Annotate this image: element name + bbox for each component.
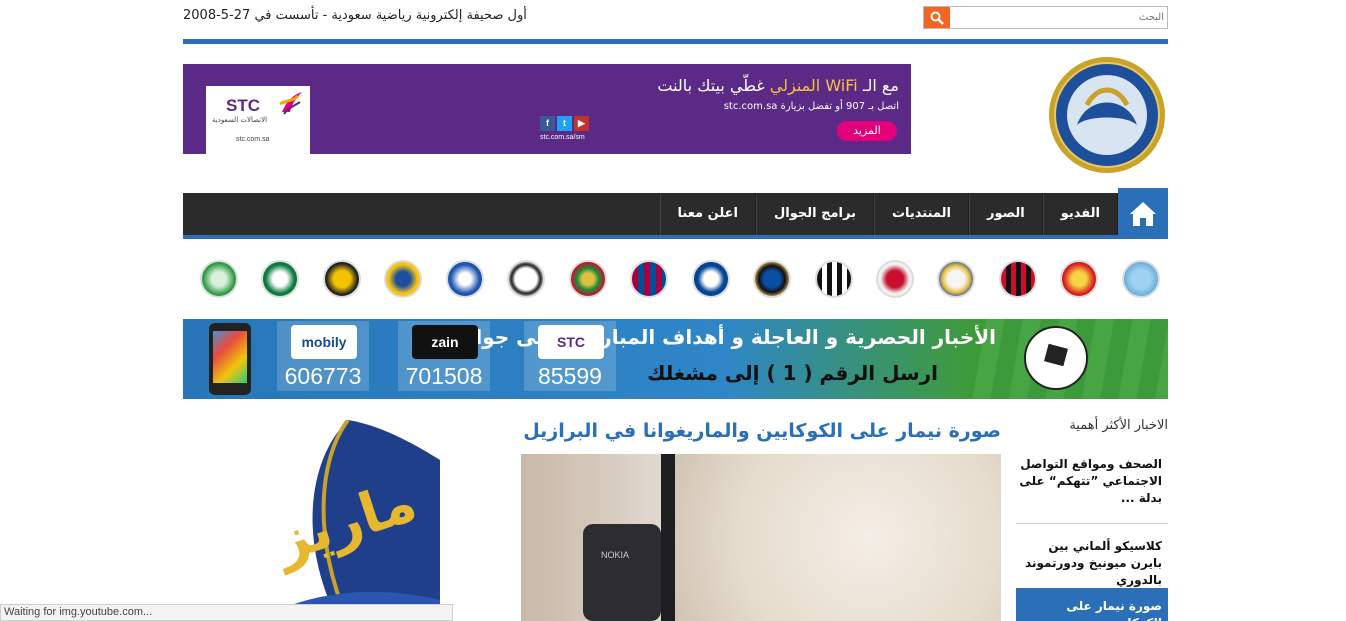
inter-milan-logo-icon[interactable] xyxy=(753,260,792,298)
real-madrid-logo-icon[interactable] xyxy=(937,260,976,298)
al-ahli-logo-icon[interactable] xyxy=(261,260,300,298)
home-icon xyxy=(1130,201,1156,226)
phone-brand-label: NOKIA xyxy=(601,550,630,560)
operator-zain-number: 701508 xyxy=(405,363,483,389)
sidebar-news-item[interactable]: الصحف ومواقع التواصل الاجتماعي ”تتهكم“ ع… xyxy=(1016,456,1168,524)
stc-swoosh-icon xyxy=(279,92,302,115)
home-button[interactable] xyxy=(1118,188,1168,239)
ad-headline-suffix: غطّي بيتك بالنت xyxy=(657,76,770,95)
nav-item-videos[interactable]: الفديو xyxy=(1042,193,1118,235)
mobile-phone-icon xyxy=(209,323,251,395)
ad-subline: اتصل بـ 907 أو تفضل بزيارة stc.com.sa xyxy=(723,101,899,112)
twitter-icon[interactable]: t xyxy=(557,116,572,131)
stc-header-ad[interactable]: STC الاتصالات السعودية stc.com.sa مع الـ… xyxy=(183,64,911,154)
operator-mobily: mobily 606773 xyxy=(277,321,369,391)
strap-graphic xyxy=(661,454,675,621)
juventus-logo-icon[interactable] xyxy=(814,260,853,298)
page: أول صحيفة إلكترونية رياضية سعودية - تأسس… xyxy=(0,0,1346,621)
ad-headline-prefix: مع الـ xyxy=(857,76,899,95)
left-sidebar-ad[interactable]: ماريز xyxy=(258,420,440,621)
operator-stc-logo: STC xyxy=(538,325,604,359)
youtube-icon[interactable]: ▶ xyxy=(574,116,589,131)
manchester-city-logo-icon[interactable] xyxy=(1121,260,1160,298)
operator-mobily-logo: mobily xyxy=(291,325,357,359)
search-icon xyxy=(930,11,944,25)
ad-headline: مع الـ WiFi المنزلي غطّي بيتك بالنت xyxy=(657,76,899,95)
al-nassr-logo-icon[interactable] xyxy=(384,260,423,298)
ad-social-url: stc.com.sa/sm xyxy=(540,134,585,141)
operator-zain-logo: zain xyxy=(412,325,478,359)
nokia-phone-graphic: NOKIA xyxy=(583,524,661,621)
search-input[interactable] xyxy=(952,9,1164,26)
nav-items: الفديو الصور المنتديات برامج الجوال اعلن… xyxy=(659,193,1118,235)
stc-brand-domain: stc.com.sa xyxy=(236,136,270,143)
chelsea-logo-icon[interactable] xyxy=(691,260,730,298)
nav-item-advertise[interactable]: اعلن معنا xyxy=(659,193,756,235)
team-logos xyxy=(200,260,1160,302)
stc-logo: STC الاتصالات السعودية stc.com.sa xyxy=(206,86,310,154)
sms-subscription-banner[interactable]: الأخبار الحصرية و العاجلة و أهداف المبار… xyxy=(183,319,1168,399)
football-icon xyxy=(1024,326,1088,390)
operator-mobily-number: 606773 xyxy=(284,363,362,389)
ad-more-button[interactable]: المزيد xyxy=(837,121,897,141)
operator-zain: zain 701508 xyxy=(398,321,490,391)
stc-brand-arabic: الاتصالات السعودية xyxy=(212,116,268,124)
article-image[interactable]: NOKIA xyxy=(521,454,1001,621)
stc-brand-name: STC xyxy=(226,96,260,115)
al-hilal-logo-icon[interactable] xyxy=(445,260,484,298)
operator-stc: STC 85599 xyxy=(524,321,616,391)
manchester-united-logo-icon[interactable] xyxy=(1060,260,1099,298)
main-nav: الفديو الصور المنتديات برامج الجوال اعلن… xyxy=(183,188,1168,239)
plastic-bag-graphic xyxy=(671,454,1001,621)
nav-item-mobile-apps[interactable]: برامج الجوال xyxy=(755,193,874,235)
nav-item-forums[interactable]: المنتديات xyxy=(873,193,969,235)
al-ittihad-logo-icon[interactable] xyxy=(322,260,361,298)
browser-status-bar: Waiting for img.youtube.com... xyxy=(0,604,453,621)
sidebar-news-item-active[interactable]: صورة نيمار على الكوكايين xyxy=(1016,588,1168,621)
operator-stc-number: 85599 xyxy=(538,363,602,389)
al-shabab-logo-icon[interactable] xyxy=(507,260,546,298)
search-button[interactable] xyxy=(924,7,950,28)
sidebar-heading: الاخبار الأكثر أهمية xyxy=(1069,418,1168,433)
sms-banner-subtitle: ارسل الرقم ( 1 ) إلى مشغلك xyxy=(647,361,938,385)
al-ettifaq-alt-logo-icon[interactable] xyxy=(200,260,238,298)
site-tagline: أول صحيفة إلكترونية رياضية سعودية - تأسس… xyxy=(183,8,527,23)
al-ettifaq-logo-icon[interactable] xyxy=(568,260,607,298)
nav-item-photos[interactable]: الصور xyxy=(968,193,1043,235)
facebook-icon[interactable]: f xyxy=(540,116,555,131)
barcelona-logo-icon[interactable] xyxy=(630,260,669,298)
search-box[interactable] xyxy=(923,6,1168,29)
ad-social-icons: f t ▶ xyxy=(540,116,589,131)
site-logo[interactable] xyxy=(1047,55,1167,175)
ad-headline-wifi: WiFi المنزلي xyxy=(769,76,858,95)
article-title[interactable]: صورة نيمار على الكوكايين والماريغوانا في… xyxy=(523,420,1001,442)
liverpool-logo-icon[interactable] xyxy=(875,260,914,298)
top-divider xyxy=(183,39,1168,44)
ac-milan-logo-icon[interactable] xyxy=(998,260,1037,298)
